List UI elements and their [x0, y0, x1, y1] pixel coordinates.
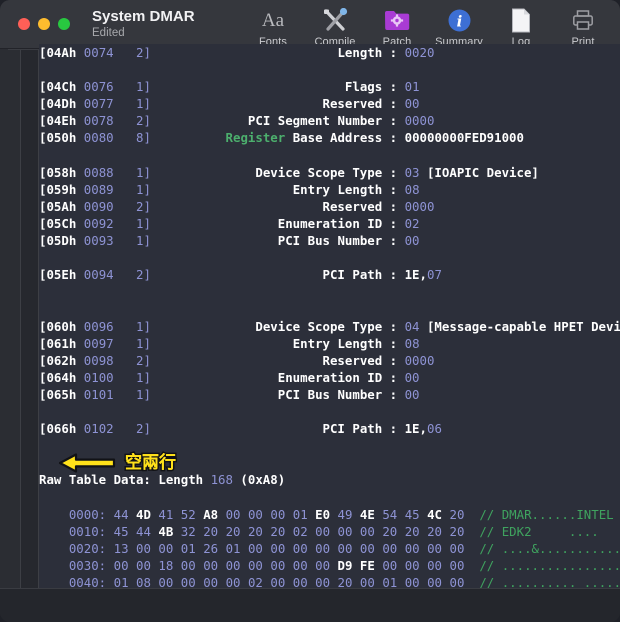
hex-dump-row: 0010: 45 44 4B 32 20 20 20 20 02 00 00 0…: [68, 523, 599, 539]
table-field-line: [058h 0088 1] Device Scope Type : 03 [IO…: [39, 164, 539, 180]
folder-gear-icon: [384, 7, 410, 33]
toolbar: Aa Fonts Compile Patch i Summary Log Pri…: [242, 2, 614, 48]
hex-dump-row: 0000: 44 4D 41 52 A8 00 00 00 01 E0 49 4…: [68, 506, 614, 522]
editor-area: [04Ah 0074 2] Length : 0020 [04Ch 0076 1]…: [8, 44, 620, 588]
table-field-line: [05Ch 0092 1] Enumeration ID : 02: [39, 215, 420, 231]
toolbar-button-log[interactable]: Log: [490, 2, 552, 48]
hex-dump-row: 0020: 13 00 00 01 26 01 00 00 00 00 00 0…: [68, 540, 620, 556]
minimize-window-button[interactable]: [38, 18, 50, 30]
close-window-button[interactable]: [18, 18, 30, 30]
table-field-line: [04Ah 0074 2] Length : 0020: [39, 45, 435, 60]
status-bar: [0, 588, 620, 622]
table-field-line: [066h 0102 2] PCI Path : 1E,06: [39, 421, 442, 437]
traffic-lights: [0, 18, 70, 30]
table-field-line: [065h 0101 1] PCI Bus Number : 00: [39, 386, 420, 402]
table-field-line: [04Ch 0076 1] Flags : 01: [39, 79, 420, 95]
table-field-line: [062h 0098 2] Reserved : 0000: [39, 352, 435, 368]
toolbar-button-print[interactable]: Print: [552, 2, 614, 48]
table-field-line: [04Dh 0077 1] Reserved : 00: [39, 96, 420, 112]
table-field-line: [05Ah 0090 2] Reserved : 0000: [39, 198, 435, 214]
toolbar-button-patch[interactable]: Patch: [366, 2, 428, 48]
title-block: System DMAR Edited: [92, 8, 195, 40]
table-field-line: [060h 0096 1] Device Scope Type : 04 [Me…: [39, 318, 620, 334]
table-field-line: [05Eh 0094 2] PCI Path : 1E,07: [39, 267, 442, 283]
table-field-line: [061h 0097 1] Entry Length : 08: [39, 335, 420, 351]
table-field-line: [04Eh 0078 2] PCI Segment Number : 0000: [39, 113, 435, 129]
table-field-line: [064h 0100 1] Enumeration ID : 00: [39, 369, 420, 385]
maximize-window-button[interactable]: [58, 18, 70, 30]
app-window: System DMAR Edited Aa Fonts Compile Patc…: [0, 0, 620, 622]
toolbar-button-fonts[interactable]: Aa Fonts: [242, 2, 304, 49]
editor-outer-gutter: [8, 50, 21, 588]
window-body: [04Ah 0074 2] Length : 0020 [04Ch 0076 1]…: [0, 44, 620, 588]
table-field-line: [050h 0080 8] Register Base Address : 00…: [39, 130, 524, 146]
window-title: System DMAR: [92, 8, 195, 25]
raw-table-header: Raw Table Data: Length 168 (0xA8): [39, 472, 286, 488]
tools-hammer-wrench-icon: [322, 7, 349, 33]
hex-dump-row: 0030: 00 00 18 00 00 00 00 00 00 00 D9 F…: [68, 557, 620, 573]
hex-dump-row: 0040: 01 08 00 00 00 00 02 00 00 00 20 0…: [68, 574, 620, 588]
toolbar-button-summary[interactable]: i Summary: [428, 2, 490, 48]
toolbar-button-compile[interactable]: Compile: [304, 2, 366, 48]
window-subtitle: Edited: [92, 27, 125, 39]
table-field-line: [05Dh 0093 1] PCI Bus Number : 00: [39, 233, 420, 249]
table-field-line: [059h 0089 1] Entry Length : 08: [39, 181, 420, 197]
font-size-icon: Aa: [261, 9, 285, 31]
editor-line-gutter: [21, 50, 39, 588]
document-page-icon: [511, 7, 531, 33]
acpi-table-text[interactable]: [04Ah 0074 2] Length : 0020 [04Ch 0076 1]…: [39, 44, 620, 588]
printer-icon: [572, 7, 594, 33]
svg-text:i: i: [456, 12, 462, 30]
info-circle-icon: i: [448, 7, 471, 33]
title-bar: System DMAR Edited Aa Fonts Compile Patc…: [0, 0, 620, 49]
